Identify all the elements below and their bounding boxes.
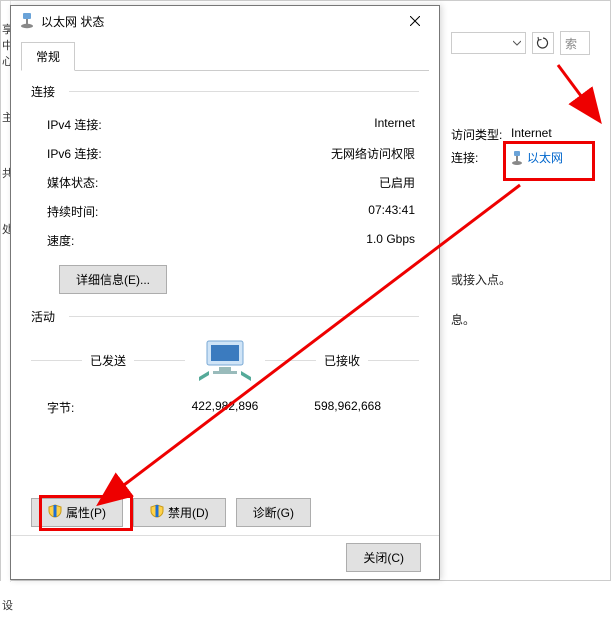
details-button[interactable]: 详细信息(E)... [59, 265, 167, 294]
sent-bytes-value: 422,982,896 [164, 399, 287, 416]
received-bytes-value: 598,962,668 [286, 399, 409, 416]
chevron-down-icon [513, 39, 521, 47]
access-type-label: 访问类型: [451, 126, 511, 143]
bg-left-item: 主 [1, 89, 10, 145]
ipv4-label: IPv4 连接: [47, 116, 102, 133]
bg-left-item: 享中心 [1, 1, 10, 89]
disable-button-label: 禁用(D) [168, 504, 209, 521]
ethernet-status-dialog: 以太网 状态 常规 连接 IPv4 连接: Internet IPv6 连接: 无网… [10, 5, 440, 580]
titlebar: 以太网 状态 [11, 6, 439, 36]
bg-text-fragment: 息。 [451, 311, 475, 328]
activity-section-title: 活动 [31, 308, 419, 325]
refresh-icon [536, 36, 550, 50]
ethernet-icon [19, 13, 35, 29]
ipv6-value: 无网络访问权限 [331, 145, 415, 162]
search-input[interactable]: 搜索控 [560, 31, 590, 55]
shield-icon [150, 504, 164, 521]
ethernet-icon [511, 151, 523, 165]
ethernet-link[interactable]: 以太网 [511, 149, 563, 166]
connection-section-title: 连接 [31, 83, 419, 100]
bg-network-info: 访问类型: Internet 连接: 以太网 [451, 126, 606, 172]
ipv6-label: IPv6 连接: [47, 145, 102, 162]
speed-value: 1.0 Gbps [366, 232, 415, 249]
received-label: 已接收 [316, 352, 368, 369]
duration-value: 07:43:41 [368, 203, 415, 220]
tabs: 常规 [21, 42, 429, 71]
shield-icon [48, 504, 62, 521]
connection-label: 连接: [451, 149, 511, 166]
properties-button[interactable]: 属性(P) [31, 498, 123, 527]
sent-label: 已发送 [82, 352, 134, 369]
tab-general[interactable]: 常规 [21, 42, 75, 71]
bg-left-item: 处 [1, 201, 10, 257]
dialog-title: 以太网 状态 [41, 13, 395, 30]
refresh-button[interactable] [532, 32, 554, 54]
close-dialog-button[interactable]: 关闭(C) [346, 543, 421, 572]
bg-left-item: 设 [1, 577, 10, 633]
diagnose-button[interactable]: 诊断(G) [236, 498, 311, 527]
bg-dropdown[interactable] [451, 32, 526, 54]
close-icon [410, 16, 420, 26]
media-state-label: 媒体状态: [47, 174, 98, 191]
dialog-footer: 关闭(C) [11, 535, 439, 579]
close-button[interactable] [395, 7, 435, 35]
bytes-label: 字节: [41, 399, 164, 416]
ethernet-link-label: 以太网 [527, 149, 563, 166]
media-state-value: 已启用 [379, 174, 415, 191]
access-type-value: Internet [511, 126, 552, 143]
duration-label: 持续时间: [47, 203, 98, 220]
speed-label: 速度: [47, 232, 74, 249]
ipv4-value: Internet [374, 116, 415, 133]
disable-button[interactable]: 禁用(D) [133, 498, 226, 527]
bg-left-item: 共 [1, 145, 10, 201]
network-activity-icon [197, 339, 253, 381]
bg-text-fragment: 或接入点。 [451, 271, 511, 288]
properties-button-label: 属性(P) [66, 504, 106, 521]
